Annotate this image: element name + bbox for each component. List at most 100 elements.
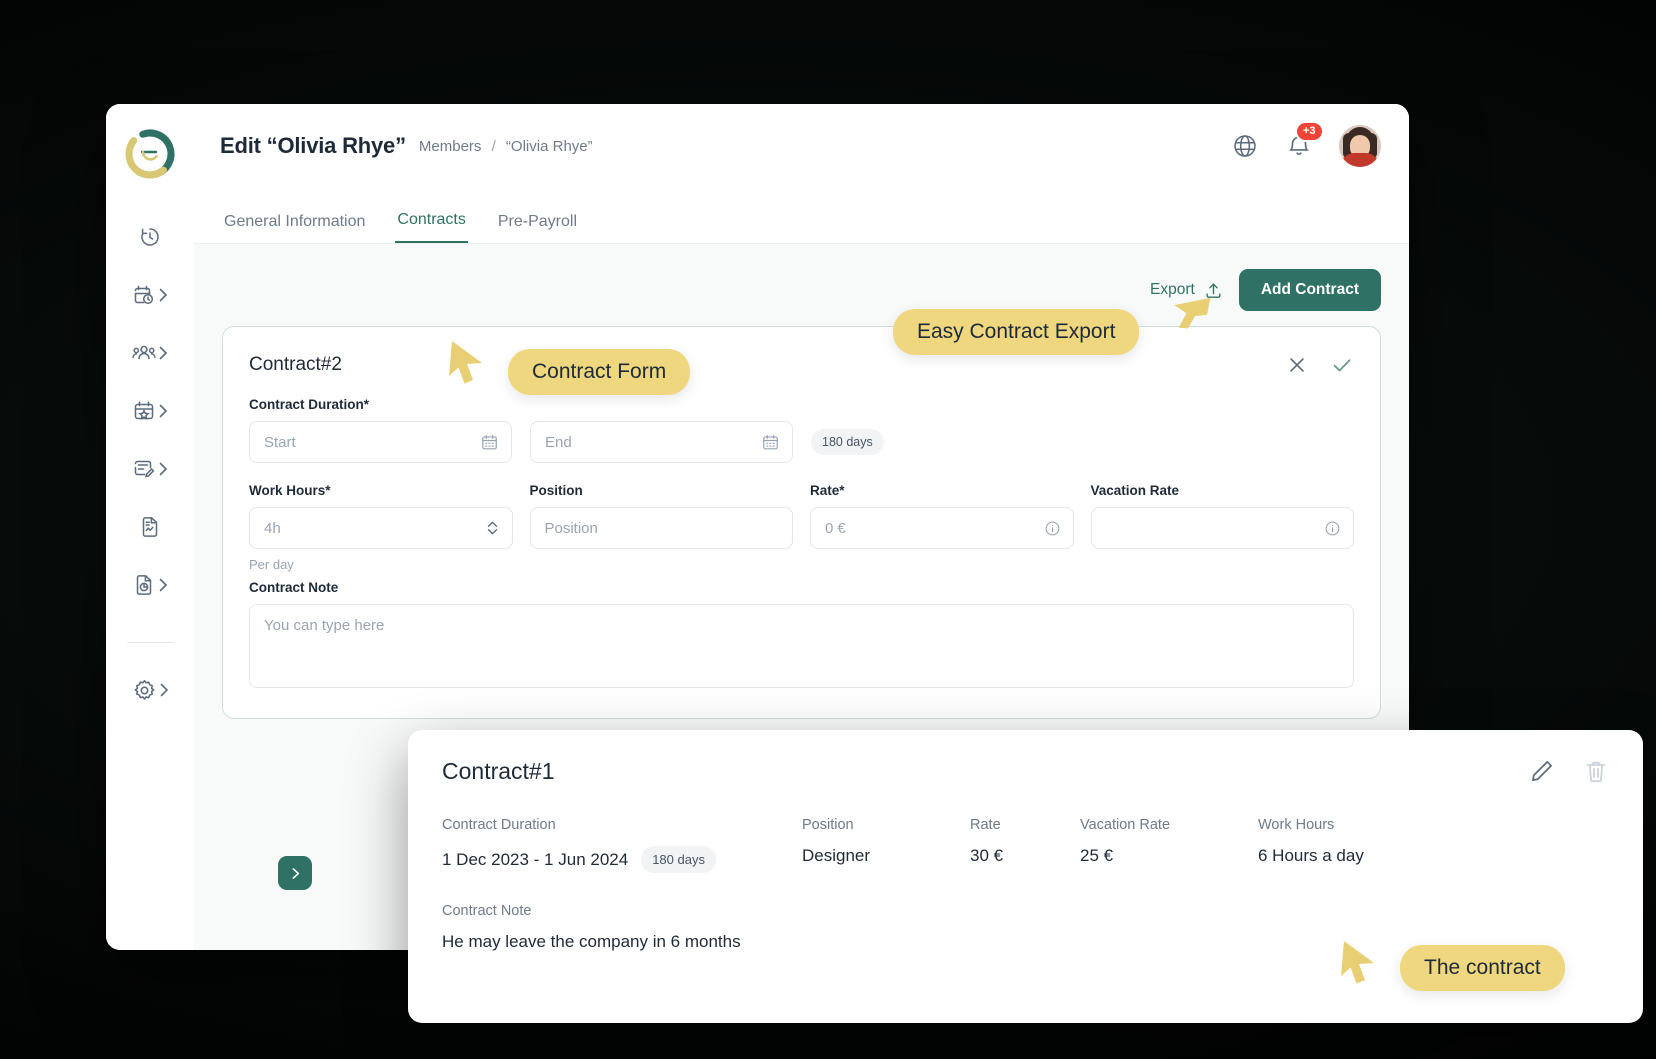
duration-days-pill: 180 days [811, 429, 884, 455]
check-icon[interactable] [1330, 353, 1354, 377]
contract-note-input[interactable]: You can type here [249, 604, 1354, 688]
sidebar [106, 104, 194, 950]
calendar-icon[interactable] [761, 433, 780, 452]
contract-form-title: Contract#2 [249, 354, 342, 375]
sidebar-item-requests[interactable] [119, 452, 181, 486]
add-contract-button[interactable]: Add Contract [1238, 269, 1381, 311]
globe-icon [1234, 135, 1256, 157]
detail-value: 6 Hours a day [1258, 846, 1364, 865]
info-icon[interactable] [1044, 520, 1061, 537]
breadcrumb: Members / “Olivia Rhye” [419, 138, 593, 155]
avatar[interactable] [1339, 125, 1381, 167]
people-icon [132, 341, 156, 365]
detail-value: 1 Dec 2023 - 1 Jun 2024 180 days [442, 846, 802, 873]
breadcrumb-separator: / [491, 137, 496, 155]
vacation-rate-input[interactable] [1090, 507, 1354, 549]
screenshot-stage: Edit “Olivia Rhye” Members / “Olivia Rhy… [0, 0, 1656, 1059]
timer-icon [138, 225, 162, 249]
sidebar-item-reports[interactable] [119, 568, 181, 602]
detail-value: Designer [802, 846, 871, 865]
vacation-rate-field: Vacation Rate [1090, 483, 1354, 572]
notifications-button[interactable]: +3 [1285, 123, 1322, 160]
chevron-right-icon [159, 346, 168, 360]
contract-detail-actions [1529, 758, 1609, 784]
contract-detail-grid: Contract Duration 1 Dec 2023 - 1 Jun 202… [442, 817, 1609, 873]
sidebar-divider [127, 642, 173, 643]
callout-contract-form: Contract Form [508, 349, 691, 395]
vacation-rate-label: Vacation Rate [1090, 483, 1180, 498]
work-hours-helper: Per day [249, 557, 294, 572]
info-icon[interactable] [1324, 520, 1341, 537]
up-down-chevron-icon[interactable] [485, 518, 500, 538]
work-hours-input[interactable]: 4h [249, 507, 513, 549]
detail-label: Position [802, 817, 854, 833]
chevron-right-icon [159, 578, 168, 592]
file-pie-icon [132, 573, 156, 597]
tab-bar: General Information Contracts Pre-Payrol… [194, 188, 1409, 244]
end-date-input[interactable]: End [530, 421, 793, 463]
avatar-body [1341, 153, 1379, 167]
contract-duration-section: Contract Duration* Start End 180 days [249, 397, 1354, 463]
sidebar-item-time-tracking[interactable] [119, 220, 181, 254]
header-actions: +3 [1231, 123, 1381, 167]
rate-label: Rate* [810, 483, 845, 498]
contract-duration-row: Start End 180 days [249, 421, 1354, 463]
calendar-star-icon [132, 399, 156, 423]
position-placeholder: Position [544, 519, 598, 537]
detail-column-rate: Rate 30 € [970, 817, 1080, 866]
start-date-input[interactable]: Start [249, 421, 512, 463]
chevron-right-icon [292, 867, 299, 879]
company-logo[interactable] [124, 128, 176, 180]
detail-column-position: Position Designer [802, 817, 970, 866]
language-button[interactable] [1231, 132, 1259, 160]
calendar-clock-icon [132, 283, 156, 307]
breadcrumb-parent[interactable]: Members [419, 138, 482, 155]
page-title: Edit “Olivia Rhye” [220, 133, 406, 158]
sidebar-item-documents[interactable] [119, 510, 181, 544]
start-date-placeholder: Start [264, 433, 296, 451]
rate-field: Rate* 0 € [810, 483, 1074, 572]
work-hours-value: 4h [264, 519, 281, 537]
trash-icon[interactable] [1583, 758, 1609, 784]
contract-form-card: Contract#2 Contract Duration* Start End … [222, 326, 1381, 719]
calendar-icon[interactable] [480, 433, 499, 452]
close-icon[interactable] [1286, 354, 1308, 376]
detail-column-vacation-rate: Vacation Rate 25 € [1080, 817, 1258, 866]
sidebar-item-events[interactable] [119, 394, 181, 428]
callout-the-contract: The contract [1400, 945, 1565, 991]
detail-days-pill: 180 days [641, 846, 716, 873]
sidebar-item-settings[interactable] [119, 673, 181, 707]
chevron-right-icon [159, 462, 168, 476]
detail-label: Contract Duration [442, 817, 556, 833]
tab-general-information[interactable]: General Information [222, 213, 367, 243]
contract-form-header: Contract#2 [249, 353, 1354, 377]
sidebar-item-schedule[interactable] [119, 278, 181, 312]
detail-value-text: 1 Dec 2023 - 1 Jun 2024 [442, 849, 629, 869]
detail-column-contract-duration: Contract Duration 1 Dec 2023 - 1 Jun 202… [442, 817, 802, 873]
chevron-right-icon [160, 683, 168, 697]
tab-pre-payroll[interactable]: Pre-Payroll [496, 213, 579, 243]
chevron-right-icon [159, 404, 168, 418]
contract-duration-label: Contract Duration* [249, 397, 370, 412]
expand-sidebar-button[interactable] [278, 856, 312, 890]
cursor-pointer-contract-form [449, 341, 482, 384]
breadcrumb-current: “Olivia Rhye” [505, 137, 593, 155]
detail-column-work-hours: Work Hours 6 Hours a day [1258, 817, 1609, 866]
sidebar-nav [106, 220, 194, 707]
contract-detail-title: Contract#1 [442, 758, 555, 784]
cursor-pointer-the-contract [1341, 941, 1374, 984]
rate-input[interactable]: 0 € [810, 507, 1074, 549]
contract-detail-header: Contract#1 [442, 758, 1609, 785]
gear-icon [132, 678, 157, 703]
file-chart-icon [138, 515, 162, 539]
end-date-placeholder: End [545, 433, 572, 451]
detail-label: Rate [970, 817, 1001, 833]
detail-label: Work Hours [1258, 817, 1335, 833]
callout-easy-contract-export: Easy Contract Export [893, 309, 1140, 355]
tab-contracts[interactable]: Contracts [395, 211, 468, 243]
contract-note-label: Contract Note [249, 580, 339, 595]
position-input[interactable]: Position [529, 507, 793, 549]
pencil-icon[interactable] [1529, 758, 1555, 784]
position-label: Position [529, 483, 583, 498]
sidebar-item-members[interactable] [119, 336, 181, 370]
